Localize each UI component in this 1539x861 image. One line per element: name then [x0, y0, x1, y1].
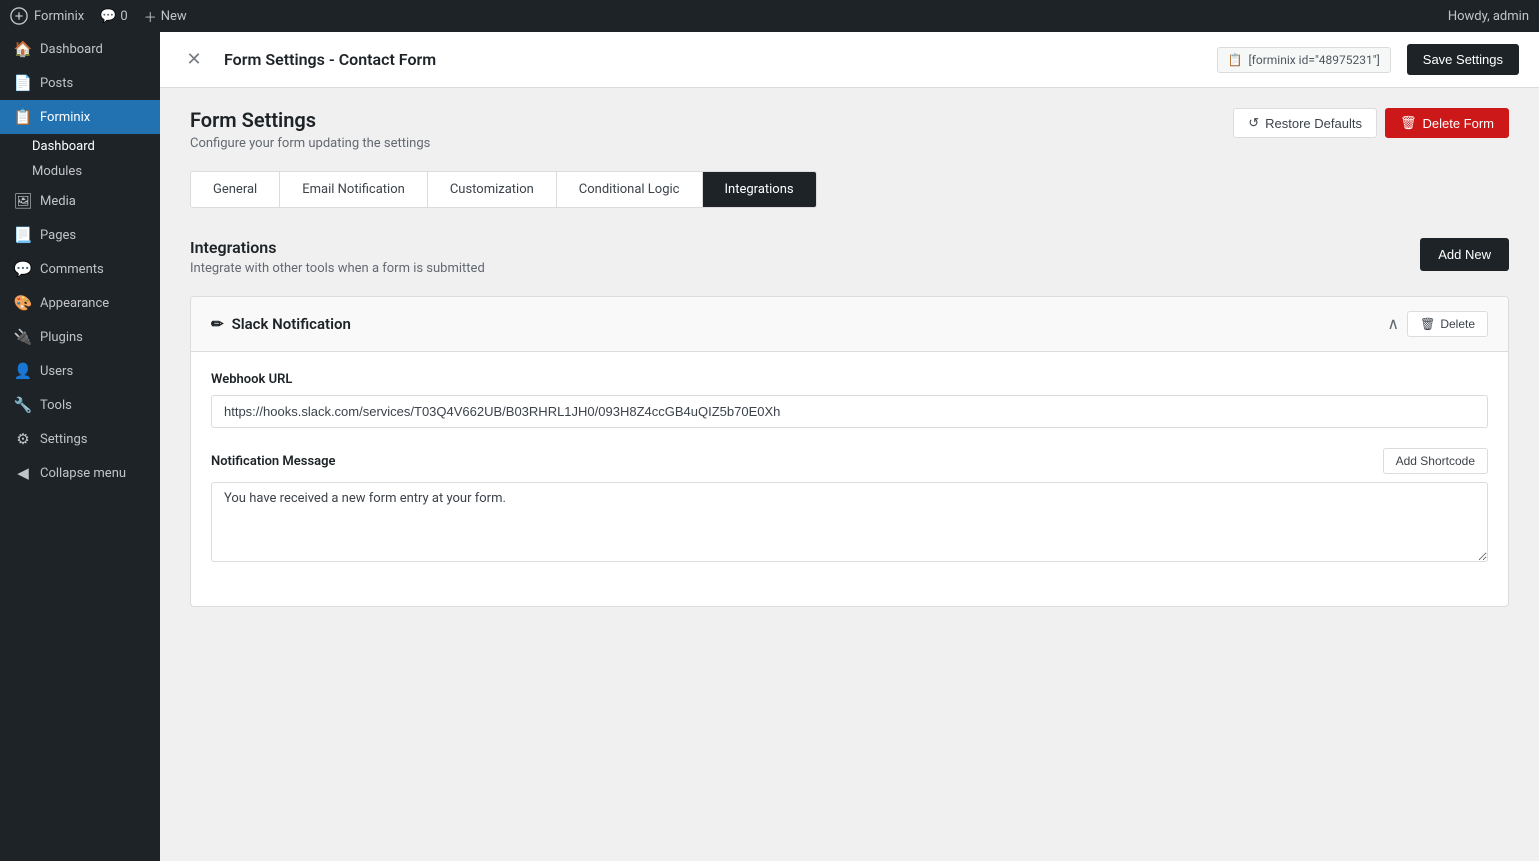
sidebar-item-pages[interactable]: 📃 Pages — [0, 218, 160, 252]
posts-icon: 📄 — [14, 74, 32, 92]
delete-form-button[interactable]: 🗑 Delete Form — [1385, 108, 1509, 138]
dashboard-icon: 🏠 — [14, 40, 32, 58]
delete-icon: 🗑 — [1420, 317, 1435, 331]
add-new-integration-button[interactable]: Add New — [1420, 238, 1509, 271]
pages-icon: 📃 — [14, 226, 32, 244]
sidebar-item-tools[interactable]: 🔧 Tools — [0, 388, 160, 422]
close-button[interactable]: ✕ — [180, 46, 208, 74]
sidebar-item-posts[interactable]: 📄 Posts — [0, 66, 160, 100]
tab-integrations[interactable]: Integrations — [703, 172, 816, 207]
notification-message-field-group: Notification Message Add Shortcode — [211, 448, 1488, 566]
notification-message-textarea[interactable] — [211, 482, 1488, 562]
integration-card-body: Webhook URL Notification Message Add Sho… — [191, 352, 1508, 606]
sidebar-item-collapse[interactable]: ◀ Collapse menu — [0, 456, 160, 490]
webhook-url-input[interactable] — [211, 395, 1488, 428]
sidebar-item-dashboard[interactable]: 🏠 Dashboard — [0, 32, 160, 66]
integration-card-actions: ∧ 🗑 Delete — [1387, 311, 1488, 337]
tab-general[interactable]: General — [191, 172, 280, 207]
comments-icon: 💬 — [14, 260, 32, 278]
shortcode-value: [forminix id="48975231"] — [1249, 53, 1380, 67]
sidebar-sub-item-modules[interactable]: Modules — [0, 159, 160, 184]
sidebar-item-comments[interactable]: 💬 Comments — [0, 252, 160, 286]
edit-icon: ✏ — [211, 315, 224, 333]
admin-bar: Forminix 💬 0 ＋ New Howdy, admin — [0, 0, 1539, 32]
form-settings-tabs: General Email Notification Customization… — [190, 171, 817, 208]
site-name: Forminix — [34, 9, 84, 24]
webhook-label: Webhook URL — [211, 372, 1488, 387]
copy-icon: 📋 — [1228, 53, 1243, 67]
new-link[interactable]: ＋ New — [144, 7, 187, 26]
trash-icon: 🗑 — [1400, 115, 1417, 131]
collapse-icon: ◀ — [14, 464, 32, 482]
sidebar-forminix-submenu: Dashboard Modules — [0, 134, 160, 184]
plus-icon: ＋ — [144, 7, 157, 26]
integrations-title: Integrations — [190, 238, 485, 257]
sidebar-label-users: Users — [40, 364, 73, 379]
sidebar-label-plugins: Plugins — [40, 330, 83, 345]
sidebar-label-media: Media — [40, 194, 76, 209]
integration-card-header: ✏ Slack Notification ∧ 🗑 Delete — [191, 297, 1508, 352]
form-editor-title: Form Settings - Contact Form — [224, 50, 1201, 69]
tab-customization[interactable]: Customization — [428, 172, 557, 207]
integration-name: Slack Notification — [232, 315, 351, 333]
sidebar-item-appearance[interactable]: 🎨 Appearance — [0, 286, 160, 320]
delete-integration-button[interactable]: 🗑 Delete — [1407, 311, 1488, 337]
tab-conditional-logic[interactable]: Conditional Logic — [557, 172, 703, 207]
appearance-icon: 🎨 — [14, 294, 32, 312]
users-icon: 👤 — [14, 362, 32, 380]
sidebar-item-forminix[interactable]: 📋 Forminix — [0, 100, 160, 134]
sidebar-label-collapse: Collapse menu — [40, 466, 126, 481]
tab-email-notification[interactable]: Email Notification — [280, 172, 428, 207]
sidebar-label-settings: Settings — [40, 432, 87, 447]
integrations-section: Integrations Integrate with other tools … — [190, 238, 1509, 607]
page-header-actions: ↺ Restore Defaults 🗑 Delete Form — [1233, 108, 1509, 138]
site-logo[interactable]: Forminix — [10, 7, 84, 25]
webhook-url-field-group: Webhook URL — [211, 372, 1488, 428]
sidebar-label-tools: Tools — [40, 398, 72, 413]
comment-icon: 💬 — [100, 9, 116, 24]
add-shortcode-button[interactable]: Add Shortcode — [1383, 448, 1488, 474]
comments-link[interactable]: 💬 0 — [100, 9, 128, 24]
save-settings-button[interactable]: Save Settings — [1407, 44, 1519, 75]
page-header-left: Form Settings Configure your form updati… — [190, 108, 430, 151]
integrations-subtitle: Integrate with other tools when a form i… — [190, 261, 485, 276]
howdy-text: Howdy, admin — [1448, 9, 1529, 24]
sidebar-item-settings[interactable]: ⚙ Settings — [0, 422, 160, 456]
sidebar-item-users[interactable]: 👤 Users — [0, 354, 160, 388]
sidebar-label-forminix: Forminix — [40, 110, 90, 125]
integrations-header-left: Integrations Integrate with other tools … — [190, 238, 485, 276]
form-editor-header: ✕ Form Settings - Contact Form 📋 [formin… — [160, 32, 1539, 88]
integrations-header: Integrations Integrate with other tools … — [190, 238, 1509, 276]
sidebar-sub-item-dashboard[interactable]: Dashboard — [0, 134, 160, 159]
notification-label: Notification Message Add Shortcode — [211, 448, 1488, 474]
media-icon: 🖼 — [14, 192, 32, 210]
collapse-integration-button[interactable]: ∧ — [1387, 314, 1399, 334]
settings-icon: ⚙ — [14, 430, 32, 448]
shortcode-display[interactable]: 📋 [forminix id="48975231"] — [1217, 47, 1391, 73]
sidebar-label-dashboard: Dashboard — [40, 42, 103, 57]
integration-card-title: ✏ Slack Notification — [211, 315, 351, 333]
page-subtitle: Configure your form updating the setting… — [190, 136, 430, 151]
sidebar-label-posts: Posts — [40, 76, 73, 91]
restore-defaults-button[interactable]: ↺ Restore Defaults — [1233, 108, 1377, 138]
tools-icon: 🔧 — [14, 396, 32, 414]
slack-notification-card: ✏ Slack Notification ∧ 🗑 Delete — [190, 296, 1509, 607]
sidebar-item-plugins[interactable]: 🔌 Plugins — [0, 320, 160, 354]
plugins-icon: 🔌 — [14, 328, 32, 346]
sidebar-label-comments: Comments — [40, 262, 104, 277]
forminix-icon: 📋 — [14, 108, 32, 126]
page-title: Form Settings — [190, 108, 430, 132]
page-content: Form Settings Configure your form updati… — [160, 88, 1539, 861]
content-area: ✕ Form Settings - Contact Form 📋 [formin… — [160, 32, 1539, 861]
sidebar-label-appearance: Appearance — [40, 296, 109, 311]
sidebar: 🏠 Dashboard 📄 Posts 📋 Forminix Dashboard… — [0, 32, 160, 861]
sidebar-label-pages: Pages — [40, 228, 76, 243]
sidebar-item-media[interactable]: 🖼 Media — [0, 184, 160, 218]
page-header: Form Settings Configure your form updati… — [190, 108, 1509, 151]
restore-icon: ↺ — [1248, 115, 1259, 131]
